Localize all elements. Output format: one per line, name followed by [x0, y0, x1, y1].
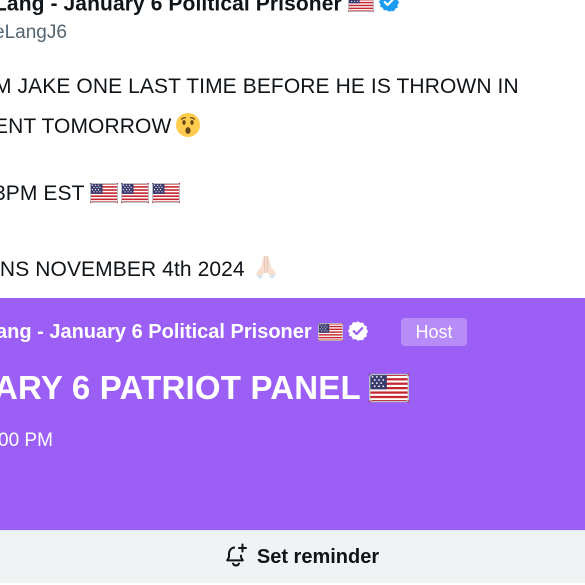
host-badge: Host: [401, 318, 467, 346]
tweet-text-line-2: ENT TOMORROW: [0, 115, 172, 138]
space-host-name: ang - January 6 Political Prisoner: [0, 321, 312, 343]
set-reminder-content: Set reminder: [223, 542, 379, 573]
tweet-text-line-2-row: ENT TOMORROW: [0, 112, 201, 144]
tweet-text-line-1: M JAKE ONE LAST TIME BEFORE HE IS THROWN…: [0, 75, 519, 98]
set-reminder-button[interactable]: Set reminder: [0, 530, 585, 583]
us-flag-icon: [369, 373, 409, 411]
us-flag-icon: [121, 182, 152, 205]
space-title-row: ARY 6 PATRIOT PANEL: [0, 369, 409, 411]
us-flag-icon: [348, 0, 374, 18]
tweet-text-line-4-row: INS NOVEMBER 4th 2024: [0, 253, 281, 287]
tweet-text-line-3-row: 3PM EST: [0, 182, 183, 206]
space-time: 00 PM: [0, 430, 53, 451]
author-name[interactable]: Lang - January 6 Political Prisoner: [0, 0, 342, 16]
tweet-page: Lang - January 6 Political Prisoner eLan…: [0, 0, 585, 585]
astonished-face-icon: [175, 112, 201, 144]
us-flag-icon: [152, 182, 183, 205]
set-reminder-label: Set reminder: [256, 545, 380, 568]
verified-badge-icon: [347, 320, 369, 348]
author-name-row[interactable]: Lang - January 6 Political Prisoner: [0, 0, 400, 19]
us-flag-icon: [318, 323, 343, 347]
author-handle[interactable]: eLangJ6: [0, 22, 67, 44]
space-host-row: ang - January 6 Political Prisoner: [0, 320, 369, 348]
tweet-text-line-3: 3PM EST: [0, 182, 85, 205]
folded-hands-icon: [251, 253, 281, 287]
verified-badge-icon[interactable]: [378, 0, 400, 19]
space-title: ARY 6 PATRIOT PANEL: [0, 369, 361, 406]
bell-plus-icon: [223, 542, 249, 573]
us-flag-icon: [90, 182, 121, 205]
tweet-text-line-4: INS NOVEMBER 4th 2024: [0, 258, 245, 281]
